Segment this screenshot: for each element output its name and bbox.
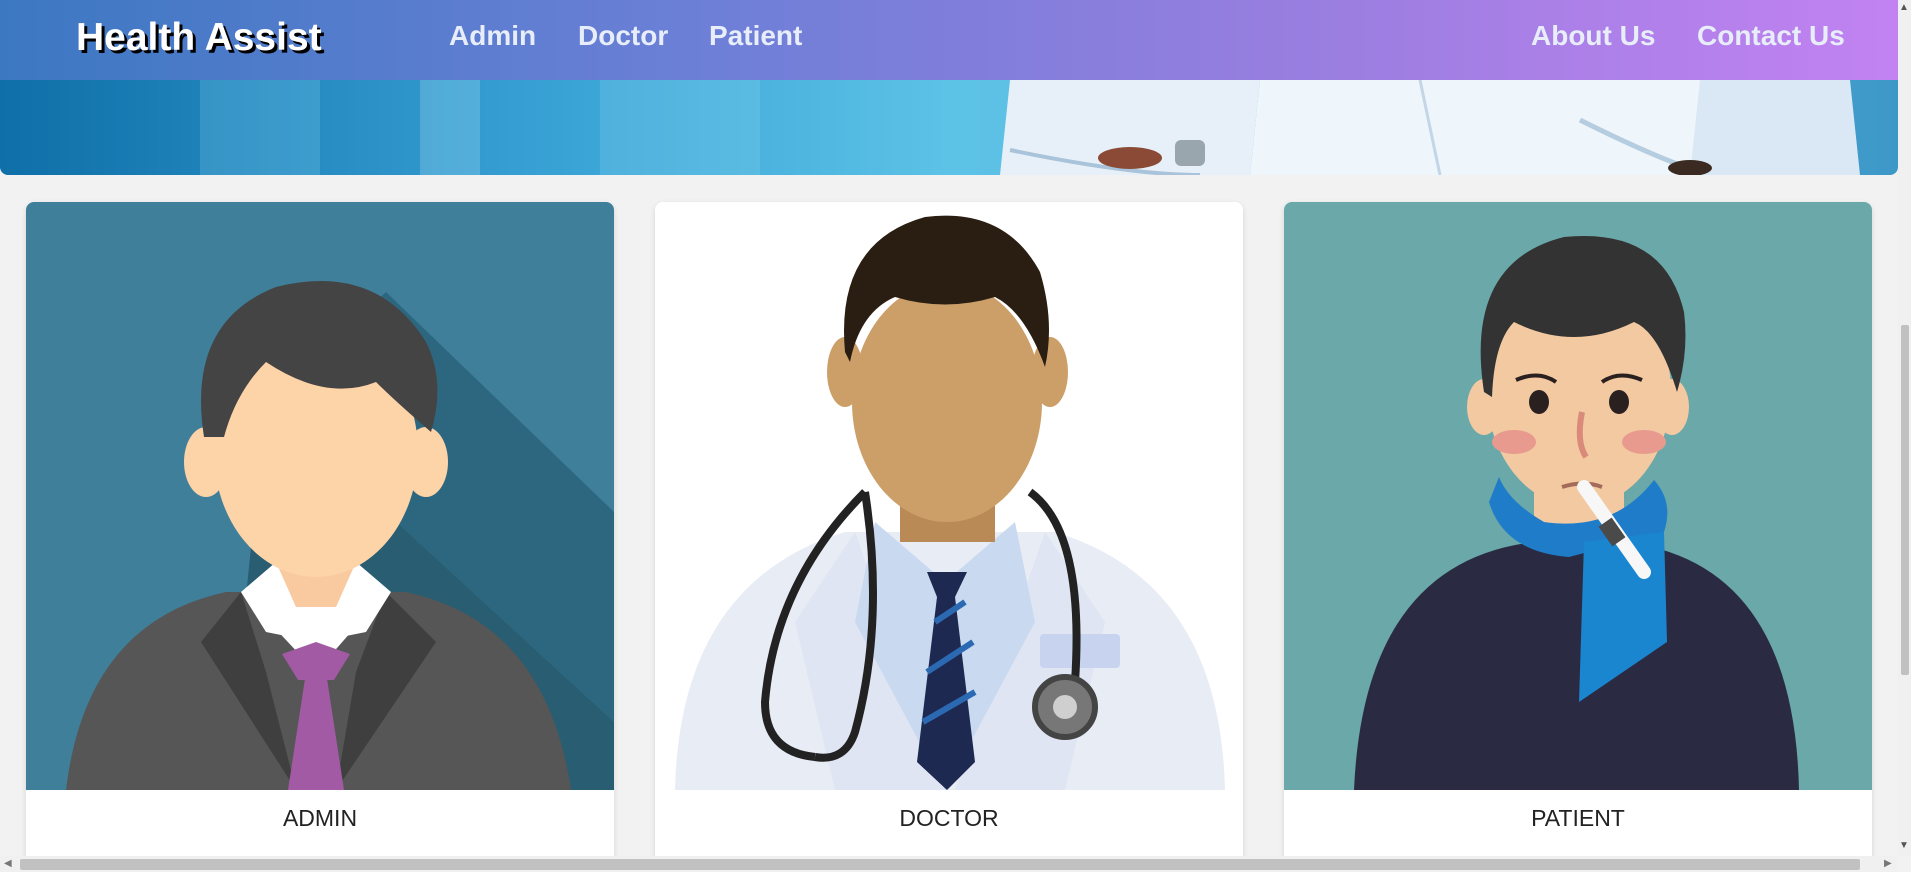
vertical-scroll-thumb[interactable] <box>1901 325 1909 675</box>
card-admin-title: ADMIN <box>282 805 358 831</box>
patient-avatar-image <box>1284 202 1872 790</box>
card-doctor[interactable]: DOCTOR <box>655 202 1243 872</box>
scroll-up-arrow-icon[interactable]: ▲ <box>1899 2 1909 13</box>
nav-link-doctor[interactable]: Doctor <box>578 20 668 52</box>
horizontal-scroll-thumb[interactable] <box>20 859 1860 870</box>
nav-link-patient[interactable]: Patient <box>709 20 802 52</box>
scroll-right-arrow-icon[interactable]: ▶ <box>1884 856 1892 872</box>
card-admin[interactable]: ADMIN <box>26 202 614 872</box>
horizontal-scrollbar[interactable]: ◀ ▶ <box>0 856 1898 872</box>
admin-avatar-image <box>26 202 614 790</box>
nav-link-contact-us[interactable]: Contact Us <box>1697 20 1845 52</box>
card-patient[interactable]: PATIENT <box>1284 202 1872 872</box>
vertical-scrollbar[interactable]: ▲ ▼ <box>1898 0 1911 856</box>
card-doctor-title: DOCTOR <box>899 805 999 831</box>
scroll-left-arrow-icon[interactable]: ◀ <box>4 856 12 872</box>
scroll-down-arrow-icon[interactable]: ▼ <box>1899 840 1909 851</box>
nav-link-about-us[interactable]: About Us <box>1531 20 1655 52</box>
card-patient-title: PATIENT <box>1531 805 1625 831</box>
doctor-avatar-image <box>655 202 1243 790</box>
nav-link-admin[interactable]: Admin <box>449 20 536 52</box>
top-navbar: Health Assist Admin Doctor Patient About… <box>0 0 1898 80</box>
brand-logo[interactable]: Health Assist <box>76 16 322 60</box>
